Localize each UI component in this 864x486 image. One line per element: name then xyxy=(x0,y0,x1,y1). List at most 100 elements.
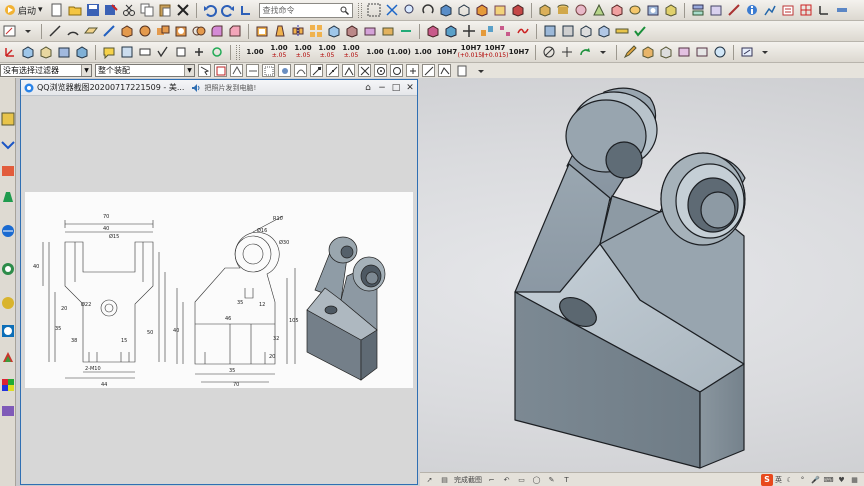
command-finder-input[interactable]: 查找命令 xyxy=(258,2,353,18)
view-iso-icon[interactable] xyxy=(578,23,594,39)
moon-icon[interactable]: ☾ xyxy=(784,474,795,485)
viewer-title-bar[interactable]: QQ浏览器截图20200717221509 - 美... 把照片发到电脑! ⌂ … xyxy=(21,80,417,96)
crop-icon[interactable]: ⌐ xyxy=(486,474,497,485)
select-feature-icon[interactable] xyxy=(214,64,227,77)
coordinate-system-icon[interactable] xyxy=(2,44,18,60)
wcs-icon[interactable] xyxy=(816,2,832,18)
thicken-icon[interactable] xyxy=(380,23,396,39)
grid-icon[interactable] xyxy=(798,2,814,18)
save-as-icon[interactable] xyxy=(103,2,119,18)
assembly-add-icon[interactable] xyxy=(425,23,441,39)
save-icon[interactable] xyxy=(85,2,101,18)
view-front-icon[interactable] xyxy=(542,23,558,39)
layer-settings-icon[interactable] xyxy=(690,2,706,18)
hidden-edge-icon[interactable] xyxy=(492,2,508,18)
chamfer-icon[interactable] xyxy=(227,23,243,39)
component-pattern-icon[interactable] xyxy=(497,23,513,39)
analysis-icon[interactable] xyxy=(762,2,778,18)
select-edges-icon[interactable] xyxy=(246,64,259,77)
fit-view-icon[interactable] xyxy=(384,2,400,18)
skin-icon[interactable]: ♥ xyxy=(836,474,847,485)
exploded-view-icon[interactable] xyxy=(479,23,495,39)
more-tools-icon[interactable] xyxy=(834,2,850,18)
close-button[interactable]: ✕ xyxy=(403,81,417,95)
dim-format-8[interactable]: 10H7 xyxy=(436,43,458,61)
revolve-feature-icon[interactable] xyxy=(137,23,153,39)
tolerance-icon[interactable] xyxy=(559,44,575,60)
extrude-feature-icon[interactable] xyxy=(119,23,135,39)
minimize-button[interactable]: − xyxy=(375,81,389,95)
rotate-view-icon[interactable] xyxy=(420,2,436,18)
checkmate-icon[interactable] xyxy=(632,23,648,39)
dim-format-2[interactable]: 1.00 ±.05 xyxy=(292,43,314,61)
maximize-button[interactable]: □ xyxy=(389,81,403,95)
select-window-icon[interactable] xyxy=(262,64,275,77)
dropdown-arrow-icon[interactable] xyxy=(595,44,611,60)
wireframe-cube-icon[interactable] xyxy=(456,2,472,18)
unblank-icon[interactable] xyxy=(694,44,710,60)
show-hide-icon[interactable] xyxy=(640,44,656,60)
snap-intersection-icon[interactable] xyxy=(358,64,371,77)
shaded-cube-icon[interactable] xyxy=(438,2,454,18)
dropdown-arrow-icon[interactable] xyxy=(473,63,489,79)
history-icon[interactable] xyxy=(1,262,15,276)
zoom-icon[interactable] xyxy=(402,2,418,18)
arc-arrow-icon[interactable] xyxy=(577,44,593,60)
ruler-icon[interactable] xyxy=(614,23,630,39)
copy-icon[interactable] xyxy=(139,2,155,18)
dim-format-0[interactable]: 1.00 xyxy=(244,43,266,61)
process-studio-icon[interactable] xyxy=(1,324,15,338)
feature-sphere-icon[interactable] xyxy=(573,2,589,18)
edge-blend-icon[interactable] xyxy=(209,23,225,39)
palette-icon[interactable] xyxy=(1,378,15,392)
drafting-icon[interactable] xyxy=(780,2,796,18)
dim-format-4[interactable]: 1.00 ±.05 xyxy=(340,43,362,61)
dropdown-arrow-icon[interactable] xyxy=(20,23,36,39)
feature-box-icon[interactable] xyxy=(537,2,553,18)
curve-arc-icon[interactable] xyxy=(65,23,81,39)
dim-format-10[interactable]: 10H7 (+0.015) xyxy=(482,43,509,61)
assembly-navigator-icon[interactable] xyxy=(1,112,15,126)
section-view-icon[interactable] xyxy=(510,2,526,18)
punctuation-icon[interactable]: ° xyxy=(797,474,808,485)
info-icon[interactable] xyxy=(744,2,760,18)
snap-view-icon[interactable] xyxy=(366,2,382,18)
split-body-icon[interactable] xyxy=(344,23,360,39)
undo-arrow-icon[interactable]: ↶ xyxy=(501,474,512,485)
ime-status[interactable]: S 英 ☾ ° 🎤 ⌨ ♥ ▦ xyxy=(761,473,860,486)
note-icon[interactable] xyxy=(119,44,135,60)
cube-view-icon[interactable] xyxy=(38,44,54,60)
text-tool-icon[interactable]: T xyxy=(561,474,572,485)
arrow-icon[interactable]: ➚ xyxy=(424,474,435,485)
surface-finish-icon[interactable] xyxy=(155,44,171,60)
hole-icon[interactable] xyxy=(645,2,661,18)
pmi-tool-icon[interactable] xyxy=(74,44,90,60)
snap-quadrant-icon[interactable] xyxy=(390,64,403,77)
wave-link-icon[interactable] xyxy=(515,23,531,39)
rect-tool-icon[interactable]: ▭ xyxy=(516,474,527,485)
keyboard-icon[interactable]: ⌨ xyxy=(823,474,834,485)
new-file-icon[interactable] xyxy=(49,2,65,18)
region-icon[interactable] xyxy=(209,44,225,60)
microphone-icon[interactable]: 🎤 xyxy=(810,474,821,485)
circle-tool-icon[interactable]: ◯ xyxy=(531,474,542,485)
mirror-icon[interactable] xyxy=(290,23,306,39)
dim-format-7[interactable]: 1.00 xyxy=(412,43,434,61)
layer-stack-icon[interactable] xyxy=(20,44,36,60)
snap-midpoint-icon[interactable] xyxy=(326,64,339,77)
constraint-navigator-icon[interactable] xyxy=(1,138,15,152)
translucency-icon[interactable] xyxy=(712,44,728,60)
delete-icon[interactable] xyxy=(175,2,191,18)
dim-format-1[interactable]: 1.00 ±.05 xyxy=(268,43,290,61)
dim-format-11[interactable]: 10H7 xyxy=(508,43,530,61)
feature-cone-icon[interactable] xyxy=(591,2,607,18)
reuse-library-icon[interactable] xyxy=(1,190,15,204)
pin-icon[interactable]: ⌂ xyxy=(361,81,375,95)
redo-icon[interactable] xyxy=(220,2,236,18)
undo-icon[interactable] xyxy=(202,2,218,18)
select-faces-icon[interactable] xyxy=(230,64,243,77)
datum-plane-icon[interactable] xyxy=(83,23,99,39)
view-top-icon[interactable] xyxy=(560,23,576,39)
unite-icon[interactable] xyxy=(155,23,171,39)
dim-format-9[interactable]: 10H7 (+0.015) xyxy=(458,43,485,61)
